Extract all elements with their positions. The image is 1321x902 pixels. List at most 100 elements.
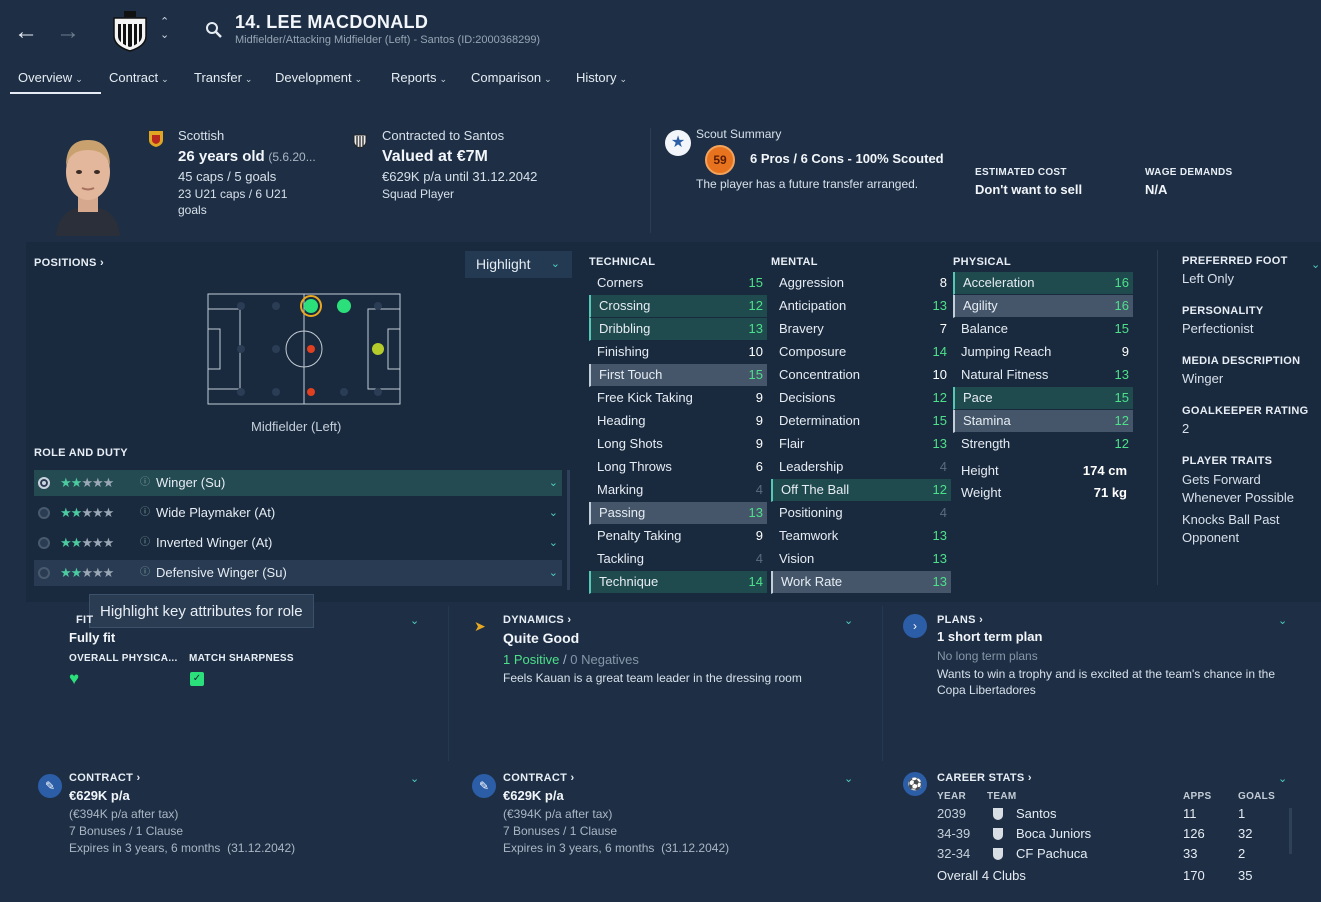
attribute-row[interactable]: Balance 15: [953, 318, 1133, 341]
career-row[interactable]: 34-39 Boca Juniors 126 32: [937, 826, 1287, 846]
estimated-cost-value: Don't want to sell: [975, 182, 1083, 197]
contract-chevron-icon[interactable]: ⌄: [410, 772, 419, 785]
tab-history[interactable]: History ⌄: [576, 70, 627, 85]
trait-item[interactable]: Knocks Ball Past Opponent: [1182, 511, 1317, 547]
attribute-row[interactable]: Work Rate 13: [771, 571, 951, 594]
info-icon[interactable]: ⓘ: [140, 470, 150, 496]
career-team[interactable]: CF Pachuca: [1016, 846, 1088, 861]
back-arrow-icon[interactable]: ←: [14, 18, 38, 46]
forward-arrow-icon[interactable]: →: [56, 18, 80, 46]
search-icon[interactable]: [205, 21, 223, 39]
career-scrollbar[interactable]: [1289, 808, 1292, 854]
role-row[interactable]: ★★★★★ ⓘ Wide Playmaker (At) ⌄: [34, 500, 562, 526]
role-radio[interactable]: [38, 567, 50, 579]
attribute-row[interactable]: Pace 15: [953, 387, 1133, 410]
attribute-value: 13: [748, 321, 763, 336]
attribute-row[interactable]: Tackling 4: [589, 548, 767, 571]
career-row[interactable]: 32-34 CF Pachuca 33 2: [937, 846, 1287, 866]
attribute-row[interactable]: Anticipation 13: [771, 295, 951, 318]
role-row[interactable]: ★★★★★ ⓘ Winger (Su) ⌄: [34, 470, 562, 496]
attribute-row[interactable]: Leadership 4: [771, 456, 951, 479]
attribute-row[interactable]: Bravery 7: [771, 318, 951, 341]
contract-bonuses: 7 Bonuses / 1 Clause: [503, 824, 618, 838]
attribute-row[interactable]: Finishing 10: [589, 341, 767, 364]
role-name: Wide Playmaker (At): [156, 505, 276, 520]
attribute-row[interactable]: Free Kick Taking 9: [589, 387, 767, 410]
contract-head[interactable]: CONTRACT ›: [503, 772, 574, 784]
attribute-row[interactable]: Strength 12: [953, 433, 1133, 456]
positions-label[interactable]: POSITIONS ›: [34, 257, 104, 269]
career-chevron-icon[interactable]: ⌄: [1278, 772, 1287, 785]
plans-chevron-icon[interactable]: ⌄: [1278, 614, 1287, 627]
attribute-row[interactable]: Off The Ball 12: [771, 479, 951, 502]
attribute-row[interactable]: Decisions 12: [771, 387, 951, 410]
career-team[interactable]: Santos: [1016, 806, 1056, 821]
tab-reports[interactable]: Reports ⌄: [391, 70, 447, 85]
role-name: Winger (Su): [156, 475, 226, 490]
attribute-row[interactable]: Stamina 12: [953, 410, 1133, 433]
attribute-row[interactable]: Heading 9: [589, 410, 767, 433]
attribute-row[interactable]: Corners 15: [589, 272, 767, 295]
info-icon[interactable]: ⓘ: [140, 500, 150, 526]
fitness-chevron-icon[interactable]: ⌄: [410, 614, 419, 627]
attribute-row[interactable]: Acceleration 16: [953, 272, 1133, 295]
fitness-head[interactable]: FIT: [76, 614, 93, 626]
tab-overview[interactable]: Overview ⌄: [18, 70, 83, 85]
tab-development[interactable]: Development ⌄: [275, 70, 362, 85]
chevron-down-icon[interactable]: ⌄: [549, 500, 558, 526]
role-radio[interactable]: [38, 477, 50, 489]
info-icon[interactable]: ⓘ: [140, 530, 150, 556]
attribute-row[interactable]: Long Shots 9: [589, 433, 767, 456]
up-down-chevrons-icon[interactable]: ⌃ ⌄: [160, 16, 169, 42]
plans-head[interactable]: PLANS ›: [937, 614, 983, 626]
attribute-row[interactable]: Jumping Reach 9: [953, 341, 1133, 364]
attribute-value: 4: [755, 551, 763, 566]
attribute-row[interactable]: Teamwork 13: [771, 525, 951, 548]
chevron-down-icon[interactable]: ⌄: [549, 560, 558, 586]
contract-head[interactable]: CONTRACT ›: [69, 772, 140, 784]
attribute-row[interactable]: Composure 14: [771, 341, 951, 364]
chevron-down-icon[interactable]: ⌄: [549, 530, 558, 556]
plans-arrow-icon[interactable]: ›: [903, 614, 927, 638]
football-icon[interactable]: ⚽: [903, 772, 927, 796]
attribute-row[interactable]: Technique 14: [589, 571, 767, 594]
attribute-row[interactable]: Positioning 4: [771, 502, 951, 525]
highlight-dropdown[interactable]: Highlight ⌄: [465, 251, 572, 278]
attribute-row[interactable]: Marking 4: [589, 479, 767, 502]
pen-icon[interactable]: ✎: [472, 774, 496, 798]
roles-scrollbar[interactable]: [567, 470, 570, 590]
role-duty-label: ROLE AND DUTY: [34, 447, 128, 459]
attribute-row[interactable]: Long Throws 6: [589, 456, 767, 479]
attribute-row[interactable]: Vision 13: [771, 548, 951, 571]
attribute-row[interactable]: Passing 13: [589, 502, 767, 525]
tab-comparison[interactable]: Comparison ⌄: [471, 70, 552, 85]
career-stats-head[interactable]: CAREER STATS ›: [937, 772, 1032, 784]
attribute-row[interactable]: Flair 13: [771, 433, 951, 456]
trait-item[interactable]: Gets Forward Whenever Possible: [1182, 471, 1317, 507]
career-row[interactable]: 2039 Santos 11 1: [937, 806, 1287, 826]
attribute-row[interactable]: Concentration 10: [771, 364, 951, 387]
dynamics-chevron-icon[interactable]: ⌄: [844, 614, 853, 627]
attribute-row[interactable]: Dribbling 13: [589, 318, 767, 341]
profile-chevron-icon[interactable]: ⌄: [1311, 258, 1320, 271]
attribute-row[interactable]: Determination 15: [771, 410, 951, 433]
contract-chevron-icon[interactable]: ⌄: [844, 772, 853, 785]
role-radio[interactable]: [38, 507, 50, 519]
attribute-row[interactable]: Aggression 8: [771, 272, 951, 295]
tab-transfer[interactable]: Transfer ⌄: [194, 70, 252, 85]
attribute-row[interactable]: Agility 16: [953, 295, 1133, 318]
chevron-down-icon[interactable]: ⌄: [549, 470, 558, 496]
attribute-row[interactable]: First Touch 15: [589, 364, 767, 387]
role-radio[interactable]: [38, 537, 50, 549]
tab-contract[interactable]: Contract ⌄: [109, 70, 169, 85]
attribute-row[interactable]: Crossing 12: [589, 295, 767, 318]
club-crest-icon[interactable]: [110, 10, 150, 52]
info-icon[interactable]: ⓘ: [140, 560, 150, 586]
career-team[interactable]: Boca Juniors: [1016, 826, 1091, 841]
attribute-row[interactable]: Penalty Taking 9: [589, 525, 767, 548]
role-row[interactable]: ★★★★★ ⓘ Defensive Winger (Su) ⌄: [34, 560, 562, 586]
pen-icon[interactable]: ✎: [38, 774, 62, 798]
role-row[interactable]: ★★★★★ ⓘ Inverted Winger (At) ⌄: [34, 530, 562, 556]
attribute-row[interactable]: Natural Fitness 13: [953, 364, 1133, 387]
dynamics-head[interactable]: DYNAMICS ›: [503, 614, 571, 626]
